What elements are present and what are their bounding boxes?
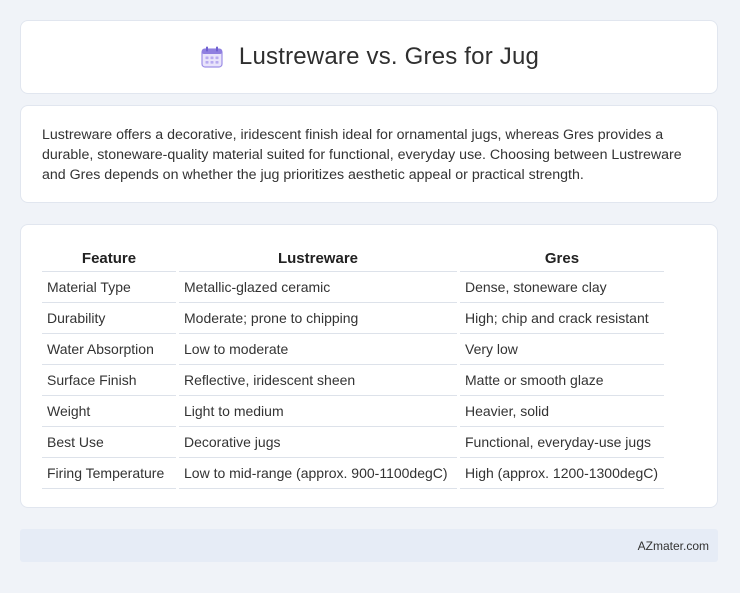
cell-feature: Weight	[42, 396, 176, 427]
cell-lustreware: Moderate; prone to chipping	[179, 303, 457, 334]
summary-card: Lustreware offers a decorative, iridesce…	[20, 105, 718, 203]
cell-feature: Best Use	[42, 427, 176, 458]
table-row: Firing Temperature Low to mid-range (app…	[42, 458, 664, 489]
table-row: Water Absorption Low to moderate Very lo…	[42, 334, 664, 365]
cell-gres: High; chip and crack resistant	[460, 303, 664, 334]
cell-gres: Matte or smooth glaze	[460, 365, 664, 396]
cell-feature: Water Absorption	[42, 334, 176, 365]
comparison-table: Feature Lustreware Gres Material Type Me…	[39, 245, 667, 489]
table-row: Weight Light to medium Heavier, solid	[42, 396, 664, 427]
header-feature: Feature	[42, 245, 176, 272]
table-row: Material Type Metallic-glazed ceramic De…	[42, 272, 664, 303]
summary-text: Lustreware offers a decorative, iridesce…	[42, 127, 682, 183]
calendar-icon	[201, 46, 223, 68]
cell-gres: High (approx. 1200-1300degC)	[460, 458, 664, 489]
cell-lustreware: Decorative jugs	[179, 427, 457, 458]
cell-feature: Material Type	[42, 272, 176, 303]
table-row: Best Use Decorative jugs Functional, eve…	[42, 427, 664, 458]
cell-gres: Dense, stoneware clay	[460, 272, 664, 303]
cell-lustreware: Low to mid-range (approx. 900-1100degC)	[179, 458, 457, 489]
table-row: Durability Moderate; prone to chipping H…	[42, 303, 664, 334]
footer: AZmater.com	[20, 529, 718, 562]
cell-feature: Firing Temperature	[42, 458, 176, 489]
cell-feature: Durability	[42, 303, 176, 334]
cell-lustreware: Low to moderate	[179, 334, 457, 365]
comparison-table-card: Feature Lustreware Gres Material Type Me…	[20, 224, 718, 508]
cell-lustreware: Metallic-glazed ceramic	[179, 272, 457, 303]
footer-brand: AZmater.com	[637, 539, 709, 553]
cell-gres: Functional, everyday-use jugs	[460, 427, 664, 458]
table-row: Surface Finish Reflective, iridescent sh…	[42, 365, 664, 396]
cell-feature: Surface Finish	[42, 365, 176, 396]
header-gres: Gres	[460, 245, 664, 272]
title-wrap: Lustreware vs. Gres for Jug	[199, 43, 539, 71]
header-lustreware: Lustreware	[179, 245, 457, 272]
title-card: Lustreware vs. Gres for Jug	[20, 20, 718, 94]
cell-lustreware: Light to medium	[179, 396, 457, 427]
cell-gres: Very low	[460, 334, 664, 365]
page-title: Lustreware vs. Gres for Jug	[238, 43, 540, 70]
cell-lustreware: Reflective, iridescent sheen	[179, 365, 457, 396]
cell-gres: Heavier, solid	[460, 396, 664, 427]
table-header-row: Feature Lustreware Gres	[42, 245, 664, 272]
